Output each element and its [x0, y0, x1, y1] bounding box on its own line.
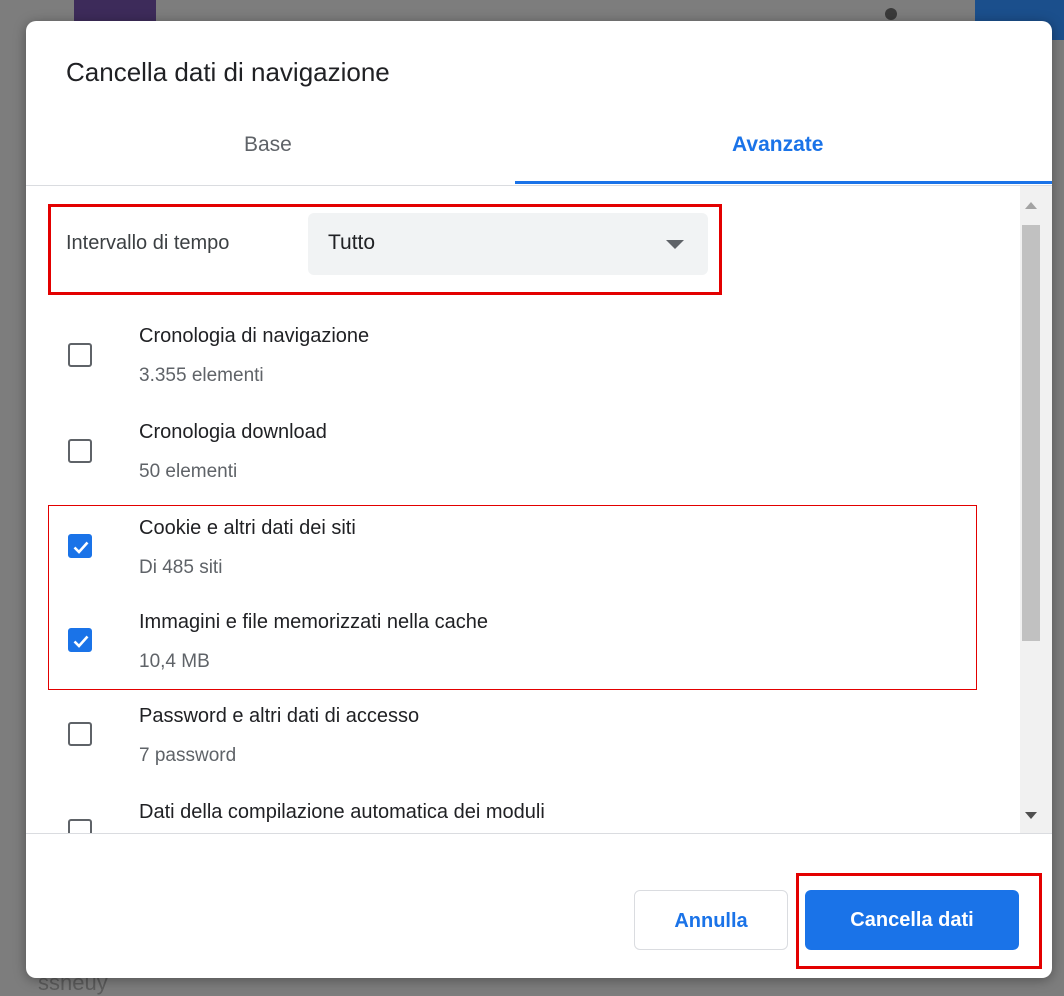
- checkmark-icon: [73, 635, 89, 648]
- checkbox-cache[interactable]: [68, 628, 92, 652]
- item-title: Cookie e altri dati dei siti: [139, 517, 356, 539]
- item-title: Immagini e file memorizzati nella cache: [139, 611, 489, 633]
- tab-base[interactable]: Base: [244, 133, 292, 157]
- item-subtitle: 50 elementi: [139, 461, 238, 482]
- footer-divider: [26, 833, 1052, 834]
- time-range-value: Tutto: [328, 231, 376, 254]
- checkbox-passwords[interactable]: [68, 722, 92, 746]
- list-item-autofill: Dati della compilazione automatica dei m…: [26, 785, 1016, 833]
- clear-data-button[interactable]: Cancella dati: [805, 890, 1019, 950]
- item-title: Dati della compilazione automatica dei m…: [139, 801, 545, 823]
- background-tile: [74, 0, 156, 22]
- item-subtitle: Di 485 siti: [139, 557, 223, 578]
- dropdown-arrow-icon: [666, 240, 684, 249]
- item-title: Cronologia di navigazione: [139, 325, 370, 347]
- scrollbar-thumb[interactable]: [1022, 225, 1040, 641]
- checkbox-cookies[interactable]: [68, 534, 92, 558]
- list-item-download-history: Cronologia download 50 elementi: [26, 406, 1016, 496]
- time-range-select[interactable]: Tutto: [308, 213, 708, 275]
- item-subtitle: 10,4 MB: [139, 651, 210, 672]
- item-title: Password e altri dati di accesso: [139, 705, 420, 727]
- tab-divider: [26, 185, 1052, 186]
- item-subtitle: 3.355 elementi: [139, 365, 264, 386]
- checkbox-browsing-history[interactable]: [68, 343, 92, 367]
- tab-advanced[interactable]: Avanzate: [732, 133, 823, 157]
- checkbox-download-history[interactable]: [68, 439, 92, 463]
- list-item-cookies: Cookie e altri dati dei siti Di 485 siti: [26, 501, 1016, 591]
- item-subtitle: 7 password: [139, 745, 237, 766]
- scroll-up-arrow-icon[interactable]: [1025, 202, 1037, 209]
- list-item-browsing-history: Cronologia di navigazione 3.355 elementi: [26, 311, 1016, 401]
- background-avatar: [885, 8, 897, 20]
- cancel-button[interactable]: Annulla: [634, 890, 788, 950]
- item-title: Cronologia download: [139, 421, 327, 443]
- checkmark-icon: [73, 541, 89, 554]
- dialog-title: Cancella dati di navigazione: [66, 57, 390, 87]
- clear-browsing-data-dialog: Cancella dati di navigazione Base Avanza…: [26, 21, 1052, 978]
- checkbox-autofill[interactable]: [68, 819, 92, 833]
- list-item-passwords: Password e altri dati di accesso 7 passw…: [26, 689, 1016, 779]
- scroll-down-arrow-icon[interactable]: [1025, 812, 1037, 819]
- list-item-cache: Immagini e file memorizzati nella cache …: [26, 595, 1016, 685]
- tab-active-indicator: [515, 181, 1052, 184]
- time-range-label: Intervallo di tempo: [66, 232, 230, 254]
